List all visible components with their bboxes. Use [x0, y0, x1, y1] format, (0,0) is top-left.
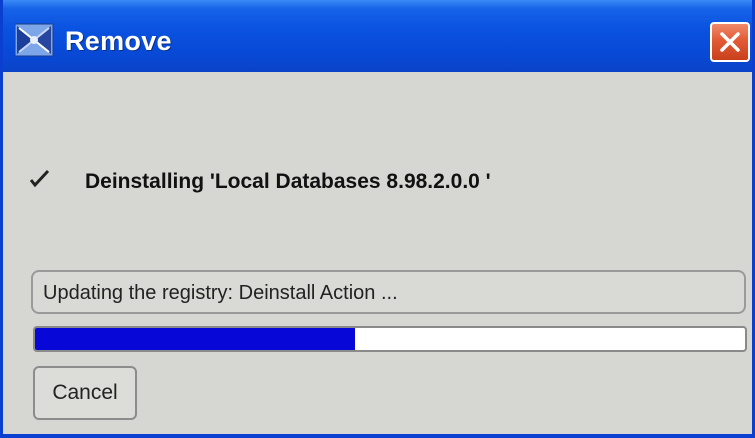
deinstall-heading: Deinstalling 'Local Databases 8.98.2.0.0… [85, 170, 491, 193]
cancel-button[interactable]: Cancel [33, 366, 137, 420]
window-title: Remove [65, 26, 172, 56]
remove-dialog: Remove Deinstalling 'Local Databases 8.9… [0, 0, 755, 438]
status-message: Updating the registry: Deinstall Action … [43, 282, 398, 304]
progress-fill [35, 328, 355, 350]
check-icon [29, 168, 51, 188]
title-bar[interactable]: Remove [3, 0, 752, 72]
status-message-field: Updating the registry: Deinstall Action … [31, 270, 746, 314]
close-icon [720, 32, 740, 52]
installer-icon [14, 22, 55, 58]
progress-bar [33, 326, 747, 352]
close-button[interactable] [710, 22, 750, 62]
